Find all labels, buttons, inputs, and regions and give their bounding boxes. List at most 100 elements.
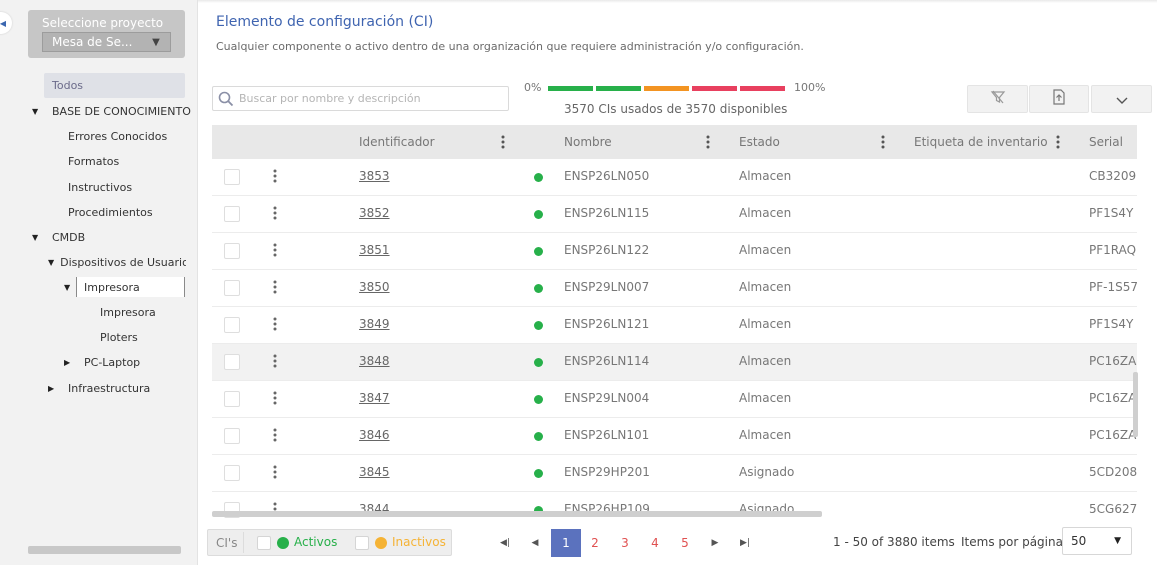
tree-item-impresora-group[interactable]: ▼ Impresora xyxy=(64,277,185,297)
row-menu-icon[interactable] xyxy=(273,427,277,443)
row-identificador-link[interactable]: 3852 xyxy=(359,206,390,220)
row-serial: 5CG627 xyxy=(1089,502,1137,516)
row-checkbox[interactable] xyxy=(224,428,240,444)
tree-item-todos[interactable]: Todos xyxy=(44,73,185,98)
page-3-button[interactable]: 3 xyxy=(615,529,635,557)
table-row[interactable]: 3845 ENSP29HP201 Asignado 5CD208 xyxy=(212,455,1137,492)
row-menu-icon[interactable] xyxy=(273,464,277,480)
column-header-serial[interactable]: Serial xyxy=(1089,125,1123,159)
tree-item-formatos[interactable]: Formatos xyxy=(68,151,119,171)
row-menu-icon[interactable] xyxy=(273,242,277,258)
collapsed-triangle-icon[interactable]: ▶ xyxy=(64,358,78,367)
tree-item-pc-laptop[interactable]: ▶ PC-Laptop xyxy=(64,352,140,372)
expanded-triangle-icon[interactable]: ▼ xyxy=(48,258,54,267)
tree-item-infraestructura[interactable]: ▶ Infraestructura xyxy=(48,378,150,398)
row-estado: Almacen xyxy=(739,428,792,442)
page-5-button[interactable]: 5 xyxy=(675,529,695,557)
tree-item-instructivos[interactable]: Instructivos xyxy=(68,177,132,197)
row-identificador-link[interactable]: 3847 xyxy=(359,391,390,405)
tree-item-errores[interactable]: Errores Conocidos xyxy=(68,126,167,146)
collapsed-triangle-icon[interactable]: ▶ xyxy=(48,384,62,393)
collapse-sidebar-button[interactable]: ◀ xyxy=(0,12,12,34)
table-vertical-scrollbar[interactable] xyxy=(1133,160,1138,515)
table-row[interactable]: 3853 ENSP26LN050 Almacen CB3209 xyxy=(212,159,1137,196)
first-page-button[interactable]: ◀​| xyxy=(495,529,515,557)
row-menu-icon[interactable] xyxy=(273,279,277,295)
scroll-thumb[interactable] xyxy=(1133,372,1138,437)
table-row[interactable]: 3846 ENSP26LN101 Almacen PC16ZA xyxy=(212,418,1137,455)
status-dot-icon xyxy=(534,432,543,441)
table-row[interactable]: 3851 ENSP26LN122 Almacen PF1RAQ xyxy=(212,233,1137,270)
clear-filter-button[interactable] xyxy=(967,85,1028,113)
table-horizontal-scrollbar[interactable] xyxy=(212,511,822,517)
row-identificador-link[interactable]: 3848 xyxy=(359,354,390,368)
row-checkbox[interactable] xyxy=(224,317,240,333)
table-row[interactable]: 3849 ENSP26LN121 Almacen PF1S4Y xyxy=(212,307,1137,344)
tree-item-base-conocimiento[interactable]: ▼ BASE DE CONOCIMIENTO xyxy=(32,101,191,121)
table-row[interactable]: 3847 ENSP29LN004 Almacen PC16ZA xyxy=(212,381,1137,418)
row-checkbox[interactable] xyxy=(224,206,240,222)
next-page-button[interactable]: ▶ xyxy=(705,529,725,557)
legend-cis-label: CI's xyxy=(210,532,245,553)
row-checkbox[interactable] xyxy=(224,280,240,296)
sidebar: ◀ Seleccione proyecto Mesa de Se... ▼ To… xyxy=(0,0,198,565)
page-4-button[interactable]: 4 xyxy=(645,529,665,557)
tree-item-dispositivos[interactable]: ▼ Dispositivos de Usuario xyxy=(48,252,186,272)
prev-page-button[interactable]: ◀ xyxy=(525,529,545,557)
items-per-page-value: 50 xyxy=(1071,534,1087,548)
search-box xyxy=(212,86,509,111)
page-1-button[interactable]: 1 xyxy=(551,529,581,557)
tree-item-impresora[interactable]: Impresora xyxy=(100,302,156,322)
tree-item-ploters[interactable]: Ploters xyxy=(100,327,138,347)
expanded-triangle-icon[interactable]: ▼ xyxy=(32,233,46,242)
row-identificador-link[interactable]: 3849 xyxy=(359,317,390,331)
column-menu-icon[interactable] xyxy=(704,134,712,150)
row-identificador-link[interactable]: 3850 xyxy=(359,280,390,294)
items-info: 1 - 50 of 3880 items xyxy=(833,535,955,549)
column-menu-icon[interactable] xyxy=(1054,134,1062,150)
tree-label: BASE DE CONOCIMIENTO xyxy=(52,104,191,118)
row-checkbox[interactable] xyxy=(224,391,240,407)
top-divider xyxy=(198,0,1157,3)
more-actions-dropdown[interactable] xyxy=(1091,85,1152,113)
items-per-page-label: Items por página xyxy=(961,535,1063,549)
sidebar-horizontal-scrollbar[interactable] xyxy=(28,546,181,554)
tree-item-procedimientos[interactable]: Procedimientos xyxy=(68,202,153,222)
column-header-nombre[interactable]: Nombre xyxy=(564,125,612,159)
row-serial: PF-1S57 xyxy=(1089,280,1137,294)
page-title: Elemento de configuración (CI) xyxy=(216,14,434,30)
row-checkbox[interactable] xyxy=(224,169,240,185)
row-identificador-link[interactable]: 3845 xyxy=(359,465,390,479)
table-row[interactable]: 3852 ENSP26LN115 Almacen PF1S4Y xyxy=(212,196,1137,233)
column-header-etiqueta[interactable]: Etiqueta de inventario xyxy=(914,125,1048,159)
row-identificador-link[interactable]: 3851 xyxy=(359,243,390,257)
row-menu-icon[interactable] xyxy=(273,390,277,406)
inactivos-checkbox[interactable] xyxy=(355,536,369,550)
row-menu-icon[interactable] xyxy=(273,205,277,221)
row-identificador-link[interactable]: 3846 xyxy=(359,428,390,442)
tree-item-cmdb[interactable]: ▼ CMDB xyxy=(32,227,85,247)
row-menu-icon[interactable] xyxy=(273,168,277,184)
row-serial: PC16ZA xyxy=(1089,354,1137,368)
row-checkbox[interactable] xyxy=(224,243,240,259)
project-dropdown[interactable]: Mesa de Se... ▼ xyxy=(42,32,171,52)
last-page-button[interactable]: ▶| xyxy=(735,529,755,557)
row-checkbox[interactable] xyxy=(224,465,240,481)
column-header-estado[interactable]: Estado xyxy=(739,125,780,159)
activos-checkbox[interactable] xyxy=(257,536,271,550)
expanded-triangle-icon[interactable]: ▼ xyxy=(32,107,46,116)
column-header-identificador[interactable]: Identificador xyxy=(359,125,435,159)
export-button[interactable] xyxy=(1029,85,1089,113)
search-input[interactable] xyxy=(239,92,499,105)
row-checkbox[interactable] xyxy=(224,354,240,370)
status-dot-icon xyxy=(534,284,543,293)
column-menu-icon[interactable] xyxy=(879,134,887,150)
page-2-button[interactable]: 2 xyxy=(585,529,605,557)
table-row[interactable]: 3848 ENSP26LN114 Almacen PC16ZA xyxy=(212,344,1137,381)
row-identificador-link[interactable]: 3853 xyxy=(359,169,390,183)
column-menu-icon[interactable] xyxy=(499,134,507,150)
row-menu-icon[interactable] xyxy=(273,316,277,332)
items-per-page-select[interactable]: 50 ▼ xyxy=(1062,527,1132,555)
table-row[interactable]: 3850 ENSP29LN007 Almacen PF-1S57 xyxy=(212,270,1137,307)
row-menu-icon[interactable] xyxy=(273,353,277,369)
